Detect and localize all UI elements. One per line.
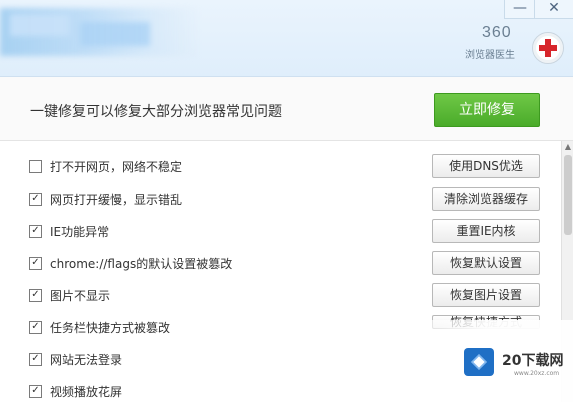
brand-name: 360 [482,24,512,41]
issue-checkbox[interactable]: ✓ [29,193,42,206]
issue-label: 网页打开缓慢，显示错乱 [50,193,183,207]
issue-label: 网站无法登录 [50,353,123,367]
dns-optimize-button[interactable]: 使用DNS优选 [432,154,540,178]
issue-label: IE功能异常 [50,225,110,239]
issue-label: 图片不显示 [50,289,111,303]
fix-now-button[interactable]: 立即修复 [434,93,540,127]
header: — ✕ 360 浏览器医生 [0,0,573,77]
watermark-text: 20下载网 [502,353,564,369]
scroll-thumb[interactable] [564,155,572,235]
issue-row: ✓ IE功能异常 重置IE内核 [0,215,560,247]
issue-row: ✓ 图片不显示 恢复图片设置 [0,279,560,311]
issue-checkbox[interactable] [29,160,42,173]
close-icon: ✕ [548,0,560,16]
red-cross-icon [532,32,564,64]
minimize-icon: — [513,0,527,16]
banner-title: 一键修复可以修复大部分浏览器常见问题 [30,104,282,120]
minimize-button[interactable]: — [504,0,535,19]
issue-checkbox[interactable]: ✓ [29,385,42,398]
issue-checkbox[interactable]: ✓ [29,321,42,334]
issue-label: 视频播放花屏 [50,385,123,399]
issue-checkbox[interactable]: ✓ [29,257,42,270]
issue-label: chrome://flags的默认设置被篡改 [50,257,233,271]
issue-checkbox[interactable]: ✓ [29,225,42,238]
restore-defaults-button[interactable]: 恢复默认设置 [432,251,540,275]
restore-images-button[interactable]: 恢复图片设置 [432,283,540,307]
reset-ie-button[interactable]: 重置IE内核 [432,219,540,243]
banner: 一键修复可以修复大部分浏览器常见问题 立即修复 [0,77,573,141]
close-button[interactable]: ✕ [534,0,573,19]
issue-label: 任务栏快捷方式被篡改 [50,321,171,335]
watermark-url: www.20xz.com [514,370,560,377]
clear-cache-button[interactable]: 清除浏览器缓存 [432,187,540,211]
issue-checkbox[interactable]: ✓ [29,289,42,302]
issue-label: 打不开网页，网络不稳定 [50,160,183,174]
issue-row: ✓ 网页打开缓慢，显示错乱 清除浏览器缓存 [0,183,560,215]
issue-row: ✓ chrome://flags的默认设置被篡改 恢复默认设置 [0,247,560,279]
scroll-up-icon[interactable]: ▲ [562,141,573,153]
browser-doctor-window: — ✕ 360 浏览器医生 一键修复可以修复大部分浏览器常见问题 立即修复 打不… [0,0,573,402]
brand-subtitle: 浏览器医生 [465,50,515,61]
issue-checkbox[interactable]: ✓ [29,353,42,366]
blurred-title-area [0,8,200,56]
download-site-logo-icon [464,348,494,376]
watermark: 20下载网 www.20xz.com [430,320,573,402]
issue-row: 打不开网页，网络不稳定 使用DNS优选 [0,150,560,182]
